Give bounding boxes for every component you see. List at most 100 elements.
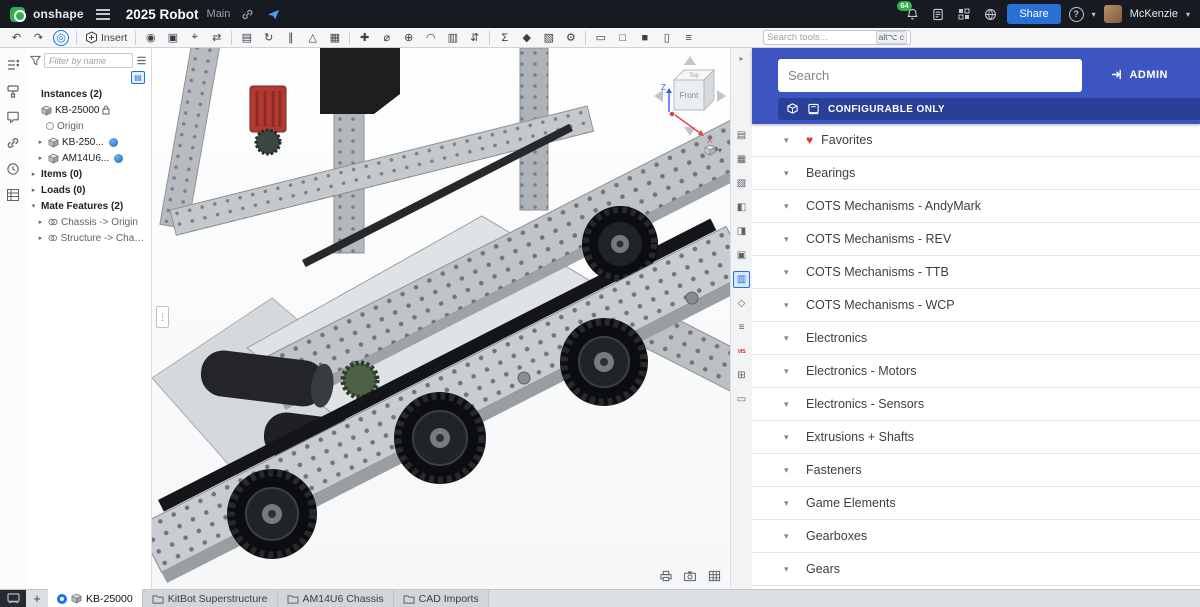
named-positions-icon[interactable]: ∥ (280, 29, 301, 46)
tree-filter-options-icon[interactable]: ▤ (131, 71, 145, 84)
group-icon[interactable]: ▣ (162, 29, 183, 46)
category-cots-wcp[interactable]: ▾ COTS Mechanisms - WCP (752, 289, 1200, 322)
fastener-icon[interactable]: ⊕ (398, 29, 419, 46)
tab-cad-imports[interactable]: CAD Imports (394, 590, 489, 607)
new-tab-button[interactable]: + (26, 590, 48, 607)
bom-list-icon[interactable] (5, 186, 22, 203)
tree-list-menu-icon[interactable] (136, 55, 147, 66)
sheet-metal-icon[interactable]: ▭ (590, 29, 611, 46)
tree-item-am14u6[interactable]: ▸ AM14U6... (26, 150, 151, 166)
category-electronics[interactable]: ▾ Electronics (752, 322, 1200, 355)
section-view-icon[interactable]: ▥ (442, 29, 463, 46)
chevron-down-icon[interactable]: ▾ (784, 300, 794, 311)
tab-am14u6-chassis[interactable]: AM14U6 Chassis (278, 590, 394, 607)
configurable-only-toggle[interactable]: CONFIGURABLE ONLY (778, 98, 1200, 120)
onshape-logo-text[interactable]: onshape (33, 7, 84, 21)
undo-icon[interactable]: ↶ (6, 29, 27, 46)
explode-icon[interactable]: △ (302, 29, 323, 46)
share-button[interactable]: Share (1007, 4, 1060, 24)
caret-icon[interactable]: ▾ (29, 202, 38, 210)
tree-filter-input[interactable] (44, 53, 133, 68)
caret-icon[interactable]: ▸ (29, 170, 38, 178)
category-cots-andymark[interactable]: ▾ COTS Mechanisms - AndyMark (752, 190, 1200, 223)
caret-icon[interactable]: ▸ (36, 218, 45, 226)
reference-manager-icon[interactable] (929, 5, 947, 23)
linked-document-icon[interactable] (109, 138, 118, 147)
measure-icon[interactable]: ⇵ (464, 29, 485, 46)
mate-icon[interactable]: ◉ (140, 29, 161, 46)
tree-item-origin[interactable]: Origin (26, 118, 151, 134)
tree-item-chassis-origin[interactable]: ▸ Chassis -> Origin (26, 214, 151, 230)
snapshot-camera-icon[interactable] (682, 569, 698, 583)
assembly-3d-model[interactable] (152, 48, 730, 589)
render-studio-icon[interactable]: ◇ (733, 295, 750, 312)
appearance-icon[interactable]: ◆ (516, 29, 537, 46)
chevron-down-icon[interactable]: ▾ (784, 201, 794, 212)
tree-panel-handle[interactable]: ⋮ (156, 306, 169, 328)
workspace-label[interactable]: Main (207, 8, 231, 20)
snapshot-icon[interactable]: ▦ (324, 29, 345, 46)
named-views-icon[interactable]: ▣ (733, 247, 750, 264)
caret-icon[interactable]: ▸ (36, 234, 45, 242)
user-menu-caret-icon[interactable]: ▾ (1186, 10, 1190, 19)
chevron-down-icon[interactable]: ▾ (784, 399, 794, 410)
pcb-studio-icon[interactable]: ⊞ (733, 367, 750, 384)
tab-kitbot-superstructure[interactable]: KitBot Superstructure (143, 590, 278, 607)
properties-icon[interactable]: ≡ (733, 319, 750, 336)
replicate-icon[interactable]: ⇄ (206, 29, 227, 46)
linear-pattern-icon[interactable]: ▤ (236, 29, 257, 46)
bom-icon[interactable]: ≡ (678, 29, 699, 46)
category-gears[interactable]: ▾ Gears (752, 553, 1200, 586)
tree-section-instances[interactable]: Instances (2) (26, 86, 151, 102)
tree-section-mate-features[interactable]: ▾ Mate Features (2) (26, 198, 151, 214)
learning-center-icon[interactable] (264, 5, 282, 23)
bom-table-icon[interactable]: ▤ (733, 127, 750, 144)
admin-button[interactable]: ADMIN (1110, 68, 1168, 81)
appearance-brush-icon[interactable] (5, 82, 22, 99)
tree-section-items[interactable]: ▸ Items (0) (26, 166, 151, 182)
tree-item-kb25000[interactable]: KB-25000 (26, 102, 151, 118)
main-menu-icon[interactable] (96, 9, 110, 20)
chevron-down-icon[interactable]: ▾ (784, 432, 794, 443)
assembly-tree-icon[interactable] (5, 56, 22, 73)
view-cube[interactable]: Top Front Z X (650, 54, 730, 146)
vis-icon[interactable]: VIS (733, 343, 750, 360)
mate-connector-icon[interactable]: ⌖ (184, 29, 205, 46)
drawing-icon[interactable]: ▯ (656, 29, 677, 46)
category-cots-ttb[interactable]: ▾ COTS Mechanisms - TTB (752, 256, 1200, 289)
caret-icon[interactable]: ▸ (36, 138, 45, 146)
mass-properties-icon[interactable]: Σ (494, 29, 515, 46)
display-states-panel-icon[interactable]: ◨ (733, 223, 750, 240)
category-fasteners[interactable]: ▾ Fasteners (752, 454, 1200, 487)
history-icon[interactable] (5, 160, 22, 177)
chevron-down-icon[interactable]: ▾ (784, 234, 794, 245)
tree-section-loads[interactable]: ▸ Loads (0) (26, 182, 151, 198)
category-electronics-motors[interactable]: ▾ Electronics - Motors (752, 355, 1200, 388)
chevron-down-icon[interactable]: ▾ (784, 333, 794, 344)
chevron-down-icon[interactable]: ▾ (784, 267, 794, 278)
frame-icon[interactable]: □ (612, 29, 633, 46)
category-favorites[interactable]: ▾ ♥ Favorites (752, 124, 1200, 157)
follow-mode-icon[interactable] (0, 590, 26, 607)
select-tool-icon[interactable]: ◎ (53, 30, 69, 46)
hole-icon[interactable]: ⌀ (376, 29, 397, 46)
chevron-down-icon[interactable]: ▾ (784, 498, 794, 509)
category-game-elements[interactable]: ▾ Game Elements (752, 487, 1200, 520)
category-gearboxes[interactable]: ▾ Gearboxes (752, 520, 1200, 553)
circular-pattern-icon[interactable]: ↻ (258, 29, 279, 46)
display-states-icon[interactable]: ▧ (538, 29, 559, 46)
library-search-input[interactable] (778, 59, 1082, 92)
chevron-down-icon[interactable]: ▾ (784, 531, 794, 542)
where-used-icon[interactable] (5, 134, 22, 151)
comments-icon[interactable] (5, 108, 22, 125)
weldment-icon[interactable]: ■ (634, 29, 655, 46)
insert-button[interactable]: Insert (81, 31, 131, 44)
filter-funnel-icon[interactable] (30, 55, 41, 66)
help-icon[interactable]: ? (1069, 7, 1084, 22)
caret-icon[interactable]: ▸ (36, 154, 45, 162)
simulation-icon[interactable]: ▥ (733, 271, 750, 288)
onshape-logo-icon[interactable] (10, 7, 25, 22)
tree-item-structure-chassis[interactable]: ▸ Structure -> Chassis (26, 230, 151, 246)
help-caret-icon[interactable]: ▾ (1092, 10, 1096, 19)
chevron-down-icon[interactable]: ▾ (784, 168, 794, 179)
